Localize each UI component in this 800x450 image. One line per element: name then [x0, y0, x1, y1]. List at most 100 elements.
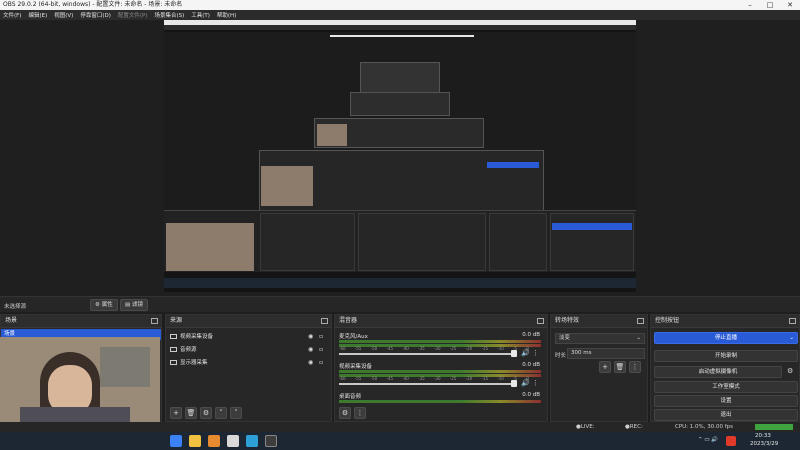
meter-tick-label: -20 [465, 376, 473, 381]
lock-icon[interactable]: ▫ [319, 331, 323, 343]
source-item[interactable]: 视频采集设备 ◉ ▫ [170, 331, 326, 343]
start-recording-button[interactable]: 开始录制 [654, 350, 798, 362]
live-status: ● LIVE: 00:00:00 [576, 422, 606, 440]
menu-file[interactable]: 文件(F) [3, 11, 21, 19]
source-toolbar: 未选择源 ⚙ 属性 ▤ 滤镜 [0, 296, 800, 312]
menu-profile[interactable]: 配置文件(P) [118, 11, 148, 19]
remove-source-button[interactable]: 🗑 [185, 407, 197, 419]
source-label: 显示器采集 [180, 360, 208, 366]
volume-slider[interactable] [339, 383, 514, 385]
mixer-menu-icon[interactable]: ⋮ [354, 407, 366, 419]
menu-docks[interactable]: 停靠窗口(D) [80, 11, 111, 19]
eye-icon[interactable]: ◉ [308, 331, 313, 343]
webcam-feed [0, 337, 160, 432]
move-down-button[interactable]: ˅ [230, 407, 242, 419]
menu-scene-collection[interactable]: 场景集合(S) [154, 11, 184, 19]
duration-input[interactable]: 300 ms [567, 348, 645, 359]
input-method-icon[interactable] [726, 436, 736, 446]
menu-view[interactable]: 视图(V) [54, 11, 73, 19]
remove-transition-button[interactable]: 🗑 [614, 361, 626, 373]
transition-type-value: 淡变 [559, 335, 571, 341]
lock-icon[interactable]: ▫ [319, 357, 323, 369]
stop-streaming-button[interactable]: 停止直播 ⌄ [654, 332, 798, 344]
popout-icon[interactable] [537, 318, 544, 324]
meter-tick-label: -45 [386, 346, 394, 351]
volume-slider-handle[interactable] [511, 380, 517, 387]
scenes-title: 场景 [5, 317, 18, 324]
source-settings-button[interactable]: ⚙ [200, 407, 212, 419]
menu-help[interactable]: 帮助(H) [217, 11, 236, 19]
move-up-button[interactable]: ˄ [215, 407, 227, 419]
studio-mode-button[interactable]: 工作室模式 [654, 381, 798, 393]
source-item[interactable]: 显示器采集 ◉ ▫ [170, 357, 326, 369]
close-icon[interactable]: ✕ [780, 0, 800, 10]
meter-tick-label: -45 [386, 376, 394, 381]
popout-icon[interactable] [151, 318, 158, 324]
camera-icon [170, 334, 177, 339]
meter-tick-label: -60 [339, 346, 346, 351]
minimize-icon[interactable]: – [740, 0, 760, 10]
edge-browser-icon[interactable] [246, 435, 258, 447]
eye-icon[interactable]: ◉ [308, 357, 313, 369]
channel-db: 0.0 dB [522, 362, 540, 368]
popout-icon[interactable] [321, 318, 328, 324]
popout-icon[interactable] [789, 318, 796, 324]
meter-tick-label: -10 [497, 376, 504, 381]
meter-tick-label: -30 [433, 376, 441, 381]
speaker-icon[interactable]: 🔊 [521, 379, 530, 387]
meter-tick-label: -55 [354, 376, 362, 381]
source-item[interactable]: 音频源 ◉ ▫ [170, 344, 326, 356]
meter-tick-label: -15 [481, 346, 488, 351]
chevron-down-icon: ⌄ [636, 335, 641, 341]
menu-edit[interactable]: 编辑(E) [28, 11, 47, 19]
app-icon[interactable] [208, 435, 220, 447]
gear-icon[interactable]: ⚙ [787, 367, 793, 375]
maximize-icon[interactable]: □ [760, 0, 780, 10]
properties-button[interactable]: ⚙ 属性 [90, 299, 118, 311]
controls-title: 控制按钮 [655, 317, 680, 324]
more-options-icon[interactable]: ⋮ [532, 379, 539, 387]
volume-meter [339, 370, 541, 373]
add-transition-button[interactable]: + [599, 361, 611, 373]
cpu-fps-status: CPU: 1.0%, 30.00 fps [675, 424, 734, 430]
meter-tick-label: -30 [433, 346, 441, 351]
meter-tick-label: -20 [465, 346, 473, 351]
start-virtual-camera-button[interactable]: 启动虚拟摄像机 [654, 366, 782, 378]
advanced-audio-icon[interactable]: ⚙ [339, 407, 351, 419]
sources-dock-header: 来源 [166, 315, 331, 328]
transitions-dock: 转场特效 淡变 ⌄ 时长 300 ms + 🗑 ⋮ [550, 314, 648, 422]
channel-name: 麦克风/Aux [339, 334, 368, 340]
volume-slider[interactable] [339, 353, 514, 355]
add-source-button[interactable]: + [170, 407, 182, 419]
sources-dock: 来源 视频采集设备 ◉ ▫ 音频源 ◉ ▫ 显示器采集 ◉ ▫ + 🗑 ⚙ ˄ ˅ [165, 314, 332, 422]
speaker-icon [170, 347, 177, 352]
transition-type-select[interactable]: 淡变 ⌄ [555, 333, 645, 344]
volume-slider-handle[interactable] [511, 350, 517, 357]
windows-start-icon[interactable] [170, 435, 182, 447]
popout-icon[interactable] [637, 318, 644, 324]
lock-icon[interactable]: ▫ [319, 344, 323, 356]
eye-icon[interactable]: ◉ [308, 344, 313, 356]
system-tray-icons[interactable]: ⌃ ▭ 🔊 [698, 437, 718, 443]
settings-button[interactable]: 设置 [654, 395, 798, 407]
filters-button[interactable]: ▤ 滤镜 [120, 299, 148, 311]
file-explorer-icon[interactable] [189, 435, 201, 447]
meter-tick-label: -25 [449, 376, 457, 381]
monitor-icon [170, 360, 177, 365]
connection-indicator [755, 424, 793, 430]
transition-menu-icon[interactable]: ⋮ [629, 361, 641, 373]
exit-button[interactable]: 退出 [654, 409, 798, 421]
window-titlebar: OBS 29.0.2 (64-bit, windows) - 配置文件: 未命名… [0, 0, 800, 10]
mixer-channel: 视频采集设备 0.0 dB -60 -55 -50 -45 -40 -35 -30 -25 -2… [335, 362, 545, 392]
meter-tick-label: -55 [354, 346, 362, 351]
more-options-icon[interactable]: ⋮ [532, 349, 539, 357]
obs-icon[interactable] [265, 435, 277, 447]
stop-streaming-label: 停止直播 [714, 335, 737, 341]
clock-date[interactable]: 2023/3/29 [750, 440, 778, 449]
speaker-icon[interactable]: 🔊 [521, 349, 530, 357]
menu-tools[interactable]: 工具(T) [191, 11, 210, 19]
sources-toolbar: + 🗑 ⚙ ˄ ˅ [166, 405, 331, 421]
app-icon[interactable] [227, 435, 239, 447]
preview-canvas[interactable] [0, 20, 800, 296]
chevron-down-icon: ⌄ [789, 335, 794, 341]
